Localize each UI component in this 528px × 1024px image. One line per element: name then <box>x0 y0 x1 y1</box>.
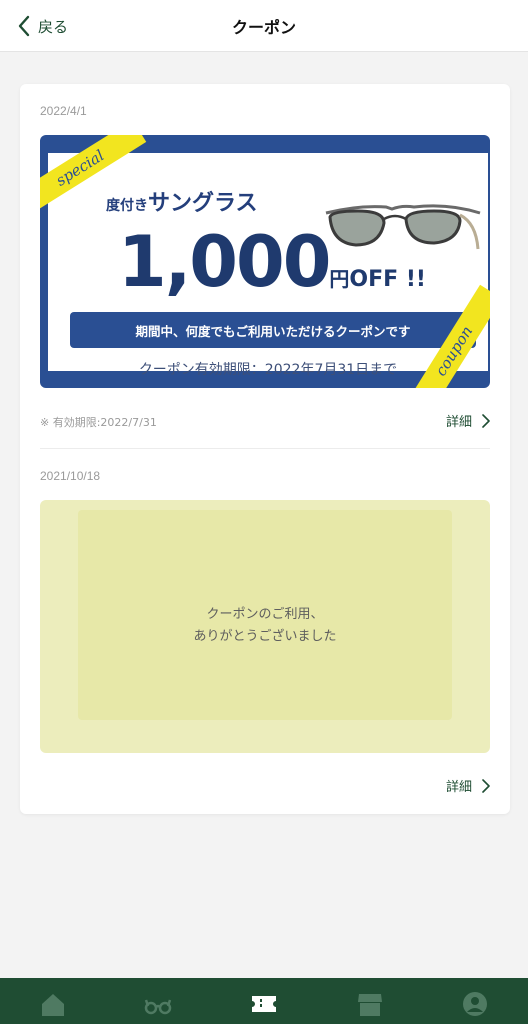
ticket-icon <box>251 996 276 1012</box>
used-coupon-image[interactable]: クーポンのご利用、 ありがとうございました <box>40 500 490 753</box>
tab-coupon[interactable] <box>246 990 282 1022</box>
used-message-line1: クーポンのご利用、 <box>206 607 324 622</box>
coupon-meta-row: ※ 有効期限:2022/7/31 詳細 <box>40 411 490 431</box>
used-message: クーポンのご利用、 ありがとうございました <box>40 604 490 648</box>
glasses-icon <box>145 999 172 1015</box>
off-text: OFF !! <box>349 267 426 292</box>
headline-prefix: 度付き <box>106 198 148 214</box>
tab-glasses[interactable] <box>140 990 176 1022</box>
tab-bar <box>0 978 528 1024</box>
store-icon <box>357 994 382 1016</box>
coupon-headline: 度付きサングラス <box>106 185 258 217</box>
tab-store[interactable] <box>352 990 388 1022</box>
coupon-date: 2021/10/18 <box>40 469 101 483</box>
coupon-meta-row: 詳細 <box>40 776 490 796</box>
divider <box>40 448 490 449</box>
tab-home[interactable] <box>35 990 71 1022</box>
chevron-right-icon <box>482 778 490 793</box>
amount-unit: 円 <box>329 267 350 291</box>
detail-link[interactable]: 詳細 <box>446 776 490 795</box>
expiration-note: ※ 有効期限:2022/7/31 <box>40 416 157 429</box>
detail-link[interactable]: 詳細 <box>446 411 490 430</box>
page-title: クーポン <box>231 18 296 37</box>
detail-label: 詳細 <box>445 415 472 430</box>
headline-main: サングラス <box>148 191 258 216</box>
home-icon <box>41 994 64 1016</box>
header-bar: 戻る クーポン <box>0 0 528 52</box>
amount-value: 1,000 <box>118 221 331 303</box>
coupon-date: 2022/4/1 <box>40 104 87 118</box>
coupon-inner-panel: 度付きサングラス 1,000円OFF !! 期間中、何度でもご利用いただけるクー… <box>48 153 488 378</box>
discount-amount: 1,000円OFF !! <box>118 223 426 301</box>
coupon-banner: 期間中、何度でもご利用いただけるクーポンです <box>70 312 476 348</box>
chevron-right-icon <box>482 413 490 428</box>
used-message-line2: ありがとうございました <box>193 629 337 644</box>
detail-label: 詳細 <box>445 780 472 795</box>
account-icon <box>463 992 488 1016</box>
coupon-list-card: 2022/4/1 度付きサングラス 1,000円OFF !! 期間中、何度でもご… <box>20 84 510 814</box>
tab-account[interactable] <box>457 990 493 1022</box>
coupon-image-sunglasses[interactable]: 度付きサングラス 1,000円OFF !! 期間中、何度でもご利用いただけるクー… <box>40 135 490 388</box>
